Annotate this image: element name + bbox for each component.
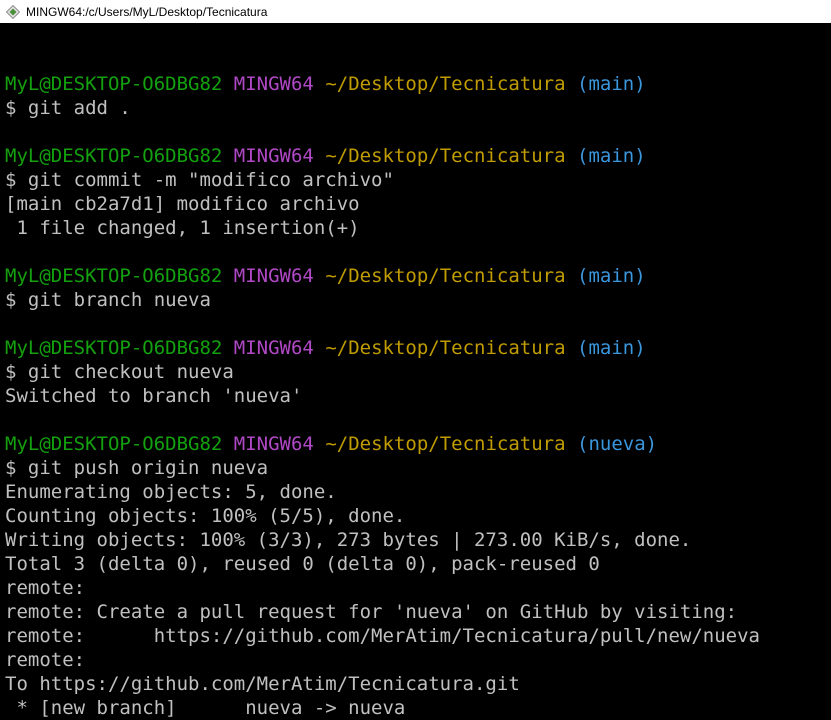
title-bar[interactable]: MINGW64:/c/Users/MyL/Desktop/Tecnicatura [0,0,831,23]
prompt-user: MyL@DESKTOP-O6DBG82 [5,73,223,95]
window-title: MINGW64:/c/Users/MyL/Desktop/Tecnicatura [26,4,268,19]
output-line: $ git checkout nueva [5,361,234,383]
output-line: remote: [5,649,86,671]
output-line: remote: Create a pull request for 'nueva… [5,601,738,623]
terminal-output[interactable]: MyL@DESKTOP-O6DBG82 MINGW64 ~/Desktop/Te… [5,48,831,720]
prompt-path: ~/Desktop/Tecnicatura [325,73,566,95]
output-line: Counting objects: 100% (5/5), done. [5,505,406,527]
prompt-branch: (main) [577,145,646,167]
output-line: $ git commit -m "modifico archivo" [5,169,394,191]
prompt-path: ~/Desktop/Tecnicatura [325,265,566,287]
output-line: Switched to branch 'nueva' [5,385,303,407]
output-line: Enumerating objects: 5, done. [5,481,337,503]
output-line: remote: https://github.com/MerAtim/Tecni… [5,625,760,647]
prompt-line: MyL@DESKTOP-O6DBG82 MINGW64 ~/Desktop/Te… [5,432,831,456]
output-line: To https://github.com/MerAtim/Tecnicatur… [5,673,520,695]
output-line: Total 3 (delta 0), reused 0 (delta 0), p… [5,553,600,575]
prompt-branch: (main) [577,73,646,95]
git-diamond-icon [6,4,20,19]
output-line: remote: [5,577,86,599]
output-line: $ git add . [5,97,131,119]
prompt-user: MyL@DESKTOP-O6DBG82 [5,337,223,359]
prompt-branch: (nueva) [577,433,658,455]
terminal-window[interactable]: MINGW64:/c/Users/MyL/Desktop/Tecnicatura… [0,0,831,720]
prompt-system: MINGW64 [233,337,314,359]
prompt-system: MINGW64 [233,145,314,167]
prompt-path: ~/Desktop/Tecnicatura [325,337,566,359]
prompt-path: ~/Desktop/Tecnicatura [325,433,566,455]
prompt-line: MyL@DESKTOP-O6DBG82 MINGW64 ~/Desktop/Te… [5,336,831,360]
prompt-system: MINGW64 [233,433,314,455]
output-line: $ git push origin nueva [5,457,269,479]
prompt-system: MINGW64 [233,265,314,287]
output-line: $ git branch nueva [5,289,211,311]
prompt-user: MyL@DESKTOP-O6DBG82 [5,433,223,455]
prompt-line: MyL@DESKTOP-O6DBG82 MINGW64 ~/Desktop/Te… [5,72,831,96]
output-line: 1 file changed, 1 insertion(+) [5,217,360,239]
prompt-path: ~/Desktop/Tecnicatura [325,145,566,167]
prompt-user: MyL@DESKTOP-O6DBG82 [5,265,223,287]
prompt-branch: (main) [577,265,646,287]
prompt-line: MyL@DESKTOP-O6DBG82 MINGW64 ~/Desktop/Te… [5,144,831,168]
output-line: * [new branch] nueva -> nueva [5,697,406,719]
prompt-branch: (main) [577,337,646,359]
prompt-user: MyL@DESKTOP-O6DBG82 [5,145,223,167]
output-line: [main cb2a7d1] modifico archivo [5,193,360,215]
prompt-line: MyL@DESKTOP-O6DBG82 MINGW64 ~/Desktop/Te… [5,264,831,288]
output-line: Writing objects: 100% (3/3), 273 bytes |… [5,529,692,551]
prompt-system: MINGW64 [233,73,314,95]
